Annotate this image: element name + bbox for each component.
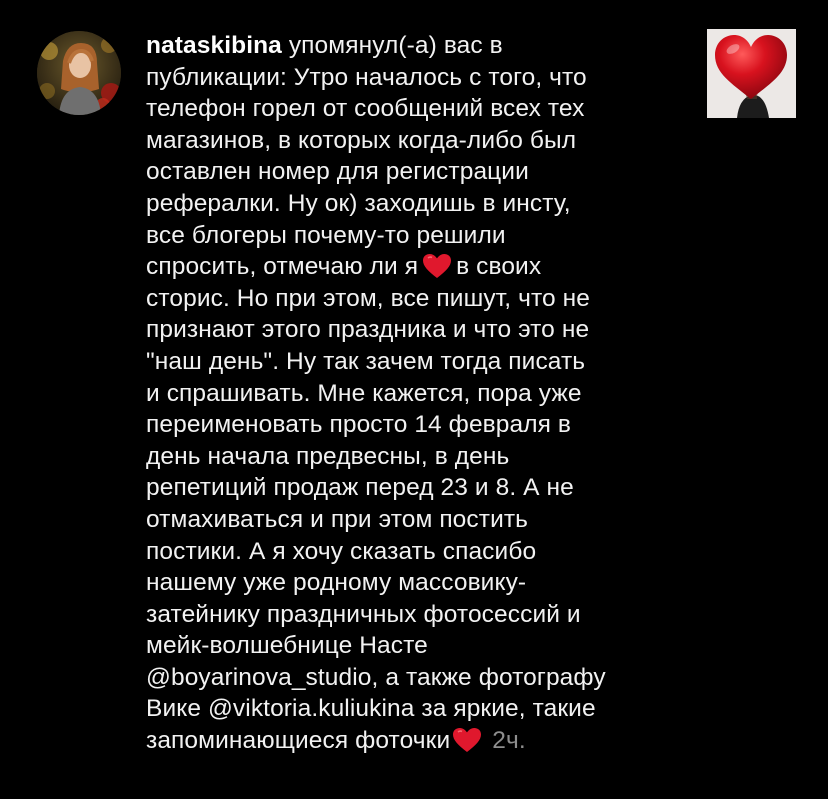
- message-line: мейк-волшебнице Насте: [146, 632, 428, 660]
- timestamp: 2ч.: [492, 727, 526, 755]
- message-line: день начала предвесны, в день: [146, 442, 510, 470]
- message-line: постики. А я хочу сказать спасибо: [146, 537, 537, 565]
- message-line: сторис. Но при этом, все пишут, что не: [146, 284, 590, 312]
- message-line: нашему уже родному массовику-: [146, 569, 527, 597]
- message-line: Вике @viktoria.kuliukina за яркие, такие: [146, 695, 596, 723]
- mention-notification[interactable]: nataskibina упомянул(-а) вас в публикаци…: [0, 0, 828, 799]
- message-line: телефон горел от сообщений всех тех: [146, 95, 585, 123]
- message-text: запоминающиеся фоточки: [146, 727, 451, 755]
- message-line: запоминающиеся фоточки 2ч.: [146, 725, 691, 757]
- message-line: признают этого праздника и что это не: [146, 316, 590, 344]
- message-line: отмахиваться и при этом постить: [146, 505, 529, 533]
- heart-balloon-photo-icon: [707, 29, 796, 118]
- message-text: спросить, отмечаю ли я: [146, 253, 419, 281]
- message-line: публикации: Утро началось с того, что: [146, 63, 587, 91]
- message-line: затейнику праздничных фотосессий и: [146, 600, 581, 628]
- red-heart-icon: [452, 727, 482, 753]
- message-line: nataskibina упомянул(-а) вас в: [146, 30, 691, 62]
- message-text: в своих: [456, 253, 542, 281]
- message-line: спросить, отмечаю ли я в своих: [146, 251, 691, 283]
- message-line: "наш день". Ну так зачем тогда писать: [146, 347, 586, 375]
- message-line: магазинов, в которых когда-либо был: [146, 126, 577, 154]
- post-thumbnail[interactable]: [707, 29, 796, 118]
- red-heart-icon: [422, 253, 452, 279]
- user-avatar[interactable]: [37, 31, 121, 115]
- message-line: оставлен номер для регистрации: [146, 158, 529, 186]
- action-text: упомянул(-а) вас в: [288, 32, 503, 59]
- message-line: и спрашивать. Мне кажется, пора уже: [146, 379, 582, 407]
- message-line: рефералки. Ну ок) заходишь в инсту,: [146, 189, 571, 217]
- message-line: репетиций продаж перед 23 и 8. А не: [146, 474, 574, 502]
- avatar-photo-icon: [37, 31, 121, 115]
- message-line: все блогеры почему-то решили: [146, 221, 506, 249]
- username-link[interactable]: nataskibina: [146, 32, 282, 59]
- message-line: @boyarinova_studio, а также фотографу: [146, 663, 606, 691]
- message-line: переименовать просто 14 февраля в: [146, 411, 572, 439]
- notification-text: nataskibina упомянул(-а) вас в публикаци…: [146, 30, 691, 757]
